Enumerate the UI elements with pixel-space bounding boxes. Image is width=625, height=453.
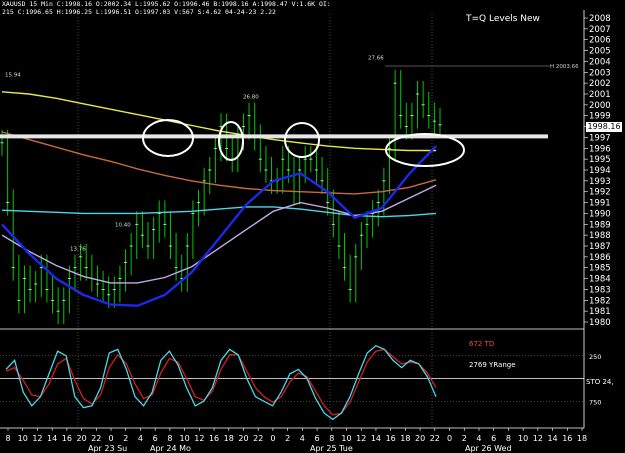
time-tick-label: 8	[329, 434, 334, 443]
price-tick-label: 1982	[589, 296, 611, 306]
time-tick-label: 10	[180, 434, 190, 443]
price-tick-label: 1991	[589, 199, 611, 209]
date-label: Apr 25 Tue	[310, 444, 353, 453]
price-tick-label: 1996	[589, 144, 611, 154]
sto-label: STO 24,	[586, 378, 614, 386]
oscillator-tick-label: 250	[589, 353, 601, 361]
price-tick-label: 2007	[589, 25, 611, 35]
price-annotation: H 2003.66	[550, 64, 579, 70]
time-tick-label: 22	[91, 434, 101, 443]
price-tick-label: 1988	[589, 231, 611, 241]
time-tick-label: 8	[167, 434, 172, 443]
price-tick-label: 1984	[589, 275, 611, 285]
time-tick-label: 18	[224, 434, 234, 443]
time-tick-label: 18	[577, 434, 587, 443]
time-tick-label: 12	[194, 434, 204, 443]
yrange-label: 2769 YRange	[469, 361, 516, 369]
price-tick-label: 2002	[589, 79, 611, 89]
price-tick-label: 1995	[589, 155, 611, 165]
time-tick-label: 16	[62, 434, 72, 443]
time-tick-label: 16	[209, 434, 219, 443]
price-tick-label: 2001	[589, 90, 611, 100]
price-tick-label: 1980	[589, 318, 611, 328]
time-tick-label: 18	[400, 434, 410, 443]
time-tick-label: 20	[415, 434, 425, 443]
price-tick-label: 2004	[589, 57, 611, 67]
price-annotation: 13.76	[70, 246, 86, 252]
time-tick-label: 4	[476, 434, 481, 443]
price-tick-label: 1981	[589, 307, 611, 317]
price-tick-label: 1987	[589, 242, 611, 252]
date-label: Apr 24 Mo	[150, 444, 191, 453]
time-tick-label: 12	[533, 434, 543, 443]
time-tick-label: 4	[138, 434, 143, 443]
price-tick-label: 1994	[589, 166, 611, 176]
date-label: Apr 26 Wed	[465, 444, 512, 453]
price-tick-label: 1989	[589, 220, 611, 230]
time-tick-label: 20	[76, 434, 86, 443]
chart-title: T=Q Levels New	[466, 14, 540, 24]
time-tick-label: 4	[300, 434, 305, 443]
date-label: Apr 23 Su	[88, 444, 127, 453]
time-tick-label: 2	[285, 434, 290, 443]
time-tick-label: 22	[253, 434, 263, 443]
price-tick-label: 2003	[589, 68, 611, 78]
time-tick-label: 12	[356, 434, 366, 443]
price-tick-label: 1997	[589, 133, 611, 143]
price-tick-label: 1985	[589, 264, 611, 274]
td-label: 672 TD	[469, 340, 495, 348]
current-price-tag: 1998.16	[586, 122, 622, 132]
time-tick-label: 16	[386, 434, 396, 443]
header-quote-line: XAUUSD 15 Min C:1998.16 O:2002.34 L:1995…	[2, 0, 331, 8]
time-tick-label: 22	[430, 434, 440, 443]
time-tick-label: 12	[32, 434, 42, 443]
price-annotation: 27.66	[368, 55, 384, 61]
time-tick-label: 0	[270, 434, 275, 443]
time-tick-label: 14	[547, 434, 557, 443]
price-tick-label: 1993	[589, 177, 611, 187]
time-tick-label: 16	[562, 434, 572, 443]
time-tick-label: 14	[371, 434, 381, 443]
time-tick-label: 10	[18, 434, 28, 443]
time-tick-label: 2	[462, 434, 467, 443]
price-tick-label: 1992	[589, 188, 611, 198]
price-tick-label: 2008	[589, 14, 611, 24]
price-tick-label: 2006	[589, 36, 611, 46]
price-annotation: 10.40	[115, 222, 131, 228]
time-tick-label: 0	[108, 434, 113, 443]
header-indicator-line: 215 C:1996.65 H:1996.25 L:1996.51 O:1997…	[2, 8, 276, 16]
price-tick-label: 2000	[589, 101, 611, 111]
time-tick-label: 20	[238, 434, 248, 443]
price-tick-label: 1990	[589, 209, 611, 219]
time-tick-label: 6	[491, 434, 496, 443]
price-chart: 15.9413.7610.4026.8027.66H 2003.66 19801…	[0, 0, 625, 453]
price-tick-label: 1983	[589, 285, 611, 295]
time-tick-label: 14	[47, 434, 57, 443]
price-annotation: 15.94	[5, 73, 21, 79]
price-tick-label: 2005	[589, 47, 611, 57]
oscillator-tick-label: 750	[589, 398, 601, 406]
time-tick-label: 6	[315, 434, 320, 443]
price-tick-label: 1999	[589, 112, 611, 122]
time-tick-label: 8	[506, 434, 511, 443]
time-tick-label: 10	[341, 434, 351, 443]
time-tick-label: 2	[123, 434, 128, 443]
price-annotation: 26.80	[243, 94, 259, 100]
price-tick-label: 1986	[589, 253, 611, 263]
time-tick-label: 0	[447, 434, 452, 443]
time-tick-label: 10	[518, 434, 528, 443]
time-tick-label: 8	[5, 434, 10, 443]
time-tick-label: 6	[153, 434, 158, 443]
